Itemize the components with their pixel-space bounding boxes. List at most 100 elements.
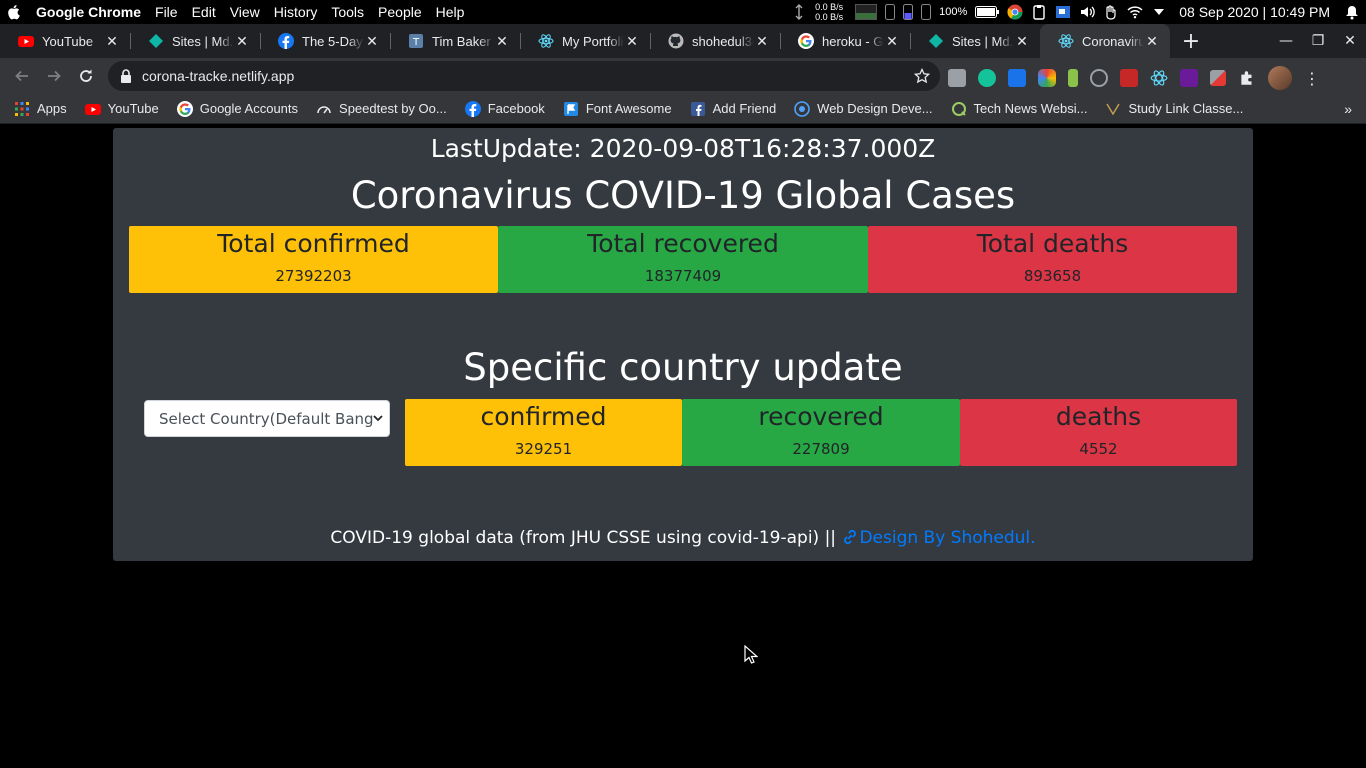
volume-icon[interactable] bbox=[1079, 4, 1095, 20]
global-deaths-box: Total deaths 893658 bbox=[868, 226, 1237, 293]
close-tab-icon[interactable]: ✕ bbox=[1014, 33, 1030, 49]
extension-1-icon[interactable] bbox=[948, 69, 966, 87]
forward-button[interactable] bbox=[38, 60, 70, 92]
close-tab-icon[interactable]: ✕ bbox=[104, 33, 120, 49]
page-title: Coronavirus COVID-19 Global Cases bbox=[350, 174, 1016, 217]
bookmark-facebook[interactable]: Facebook bbox=[464, 100, 545, 117]
tab-5-day[interactable]: The 5-Day I ✕ bbox=[260, 24, 390, 58]
notification-bell-icon[interactable] bbox=[1344, 4, 1360, 20]
country-confirmed-value: 329251 bbox=[514, 440, 573, 458]
flag-status-icon[interactable] bbox=[1055, 4, 1071, 20]
close-tab-icon[interactable]: ✕ bbox=[884, 33, 900, 49]
bookmark-tech-news[interactable]: Tech News Websi... bbox=[951, 101, 1087, 117]
back-button[interactable] bbox=[6, 60, 38, 92]
tab-sites-1[interactable]: Sites | Md. ✕ bbox=[130, 24, 260, 58]
close-window-icon[interactable]: ✕ bbox=[1334, 24, 1366, 58]
bookmark-web-design[interactable]: Web Design Deve... bbox=[794, 100, 933, 117]
bookmark-label: Web Design Deve... bbox=[817, 101, 933, 116]
cpu-graph-icon[interactable] bbox=[855, 4, 878, 20]
tab-my-portfolio[interactable]: My Portfoli ✕ bbox=[520, 24, 650, 58]
address-bar[interactable]: corona-tracke.netlify.app bbox=[108, 61, 940, 91]
global-deaths-value: 893658 bbox=[1023, 267, 1082, 285]
tab-sites-2[interactable]: Sites | Md. ✕ bbox=[910, 24, 1040, 58]
grammarly-icon[interactable] bbox=[978, 69, 996, 87]
tab-title: shohedul3( bbox=[692, 33, 754, 49]
country-deaths-value: 4552 bbox=[1079, 440, 1118, 458]
designer-link-text[interactable]: Design By Shohedul. bbox=[859, 528, 1035, 548]
tab-coronavirus-active[interactable]: Coronavirus ✕ bbox=[1040, 24, 1170, 58]
bookmark-font-awesome[interactable]: Font Awesome bbox=[563, 101, 672, 117]
menu-file[interactable]: File bbox=[155, 4, 178, 20]
system-clock[interactable]: 08 Sep 2020 | 10:49 PM bbox=[1179, 4, 1330, 20]
chrome-menu-icon[interactable]: ⋮ bbox=[1304, 69, 1320, 88]
bookmark-speedtest[interactable]: Speedtest by Oo... bbox=[316, 101, 447, 117]
window-controls: — ❐ ✕ bbox=[1270, 24, 1366, 58]
menu-history[interactable]: History bbox=[274, 4, 318, 20]
speedtest-icon bbox=[317, 105, 331, 113]
restore-window-icon[interactable]: ❐ bbox=[1302, 24, 1334, 58]
extension-3-icon[interactable] bbox=[1008, 69, 1026, 87]
close-tab-icon[interactable]: ✕ bbox=[624, 33, 640, 49]
bookmark-star-icon[interactable] bbox=[914, 68, 930, 84]
global-deaths-label: Total deaths bbox=[976, 229, 1129, 258]
reload-button[interactable] bbox=[70, 60, 102, 92]
more-bookmarks-chevron-icon[interactable]: » bbox=[1344, 101, 1352, 117]
disk-gauge-icon bbox=[903, 4, 914, 20]
menu-help[interactable]: Help bbox=[436, 4, 465, 20]
touch-gesture-icon[interactable] bbox=[1103, 4, 1119, 20]
close-tab-icon[interactable]: ✕ bbox=[234, 33, 250, 49]
chrome-icon[interactable] bbox=[1007, 4, 1023, 20]
global-recovered-value: 18377409 bbox=[644, 267, 722, 285]
dropdown-triangle-icon[interactable] bbox=[1151, 4, 1167, 20]
close-tab-icon[interactable]: ✕ bbox=[754, 33, 770, 49]
extension-7-icon[interactable] bbox=[1120, 69, 1138, 87]
covid-tracker-card: LastUpdate: 2020-09-08T16:28:37.000Z Cor… bbox=[113, 128, 1253, 561]
designer-link[interactable]: Design By Shohedul. bbox=[841, 528, 1036, 548]
react-icon bbox=[1058, 34, 1074, 48]
font-awesome-icon bbox=[563, 101, 578, 116]
profile-avatar[interactable] bbox=[1268, 66, 1292, 90]
bookmark-label: Speedtest by Oo... bbox=[339, 101, 447, 116]
color-picker-icon[interactable] bbox=[1210, 70, 1226, 86]
wifi-icon[interactable] bbox=[1127, 4, 1143, 20]
global-stats-row: Total confirmed 27392203 Total recovered… bbox=[129, 226, 1237, 293]
tab-github[interactable]: shohedul3( ✕ bbox=[650, 24, 780, 58]
country-recovered-value: 227809 bbox=[792, 440, 850, 458]
apple-icon[interactable] bbox=[6, 4, 20, 20]
bookmark-youtube[interactable]: YouTube bbox=[84, 101, 159, 117]
bookmark-study-link[interactable]: Study Link Classe... bbox=[1105, 101, 1243, 117]
menu-people[interactable]: People bbox=[378, 4, 422, 20]
menu-view[interactable]: View bbox=[230, 4, 260, 20]
bookmark-google-accounts[interactable]: Google Accounts bbox=[176, 100, 298, 117]
extension-9-icon[interactable] bbox=[1180, 69, 1198, 87]
tab-heroku-google[interactable]: heroku - Go ✕ bbox=[780, 24, 910, 58]
minimize-window-icon[interactable]: — bbox=[1270, 24, 1302, 58]
google-icon bbox=[798, 33, 814, 49]
tab-youtube[interactable]: YouTube ✕ bbox=[0, 24, 130, 58]
menu-edit[interactable]: Edit bbox=[192, 4, 216, 20]
menu-tools[interactable]: Tools bbox=[331, 4, 364, 20]
net-down-speed: 0.0 B/s bbox=[815, 12, 844, 22]
extensions-puzzle-icon[interactable] bbox=[1238, 69, 1256, 87]
country-select[interactable]: Select Country(Default Bang bbox=[144, 400, 390, 437]
extension-5-icon[interactable] bbox=[1068, 69, 1078, 87]
close-tab-icon[interactable]: ✕ bbox=[1144, 33, 1160, 49]
new-tab-button[interactable]: + bbox=[1174, 24, 1208, 58]
react-devtools-icon[interactable] bbox=[1150, 69, 1168, 87]
close-tab-icon[interactable]: ✕ bbox=[364, 33, 380, 49]
bookmark-apps[interactable]: Apps bbox=[14, 101, 67, 117]
active-app-name[interactable]: Google Chrome bbox=[36, 4, 141, 20]
url-text[interactable]: corona-tracke.netlify.app bbox=[142, 68, 294, 84]
extension-4-icon[interactable] bbox=[1038, 69, 1056, 87]
tech-news-icon bbox=[951, 101, 966, 116]
tab-title: Sites | Md. bbox=[172, 33, 234, 49]
extension-6-icon[interactable] bbox=[1090, 69, 1108, 87]
lock-icon[interactable] bbox=[120, 69, 132, 83]
close-tab-icon[interactable]: ✕ bbox=[494, 33, 510, 49]
clipboard-icon[interactable] bbox=[1031, 4, 1047, 20]
status-area: 0.0 B/s 0.0 B/s 100% 08 Sep 2020 | 10:49… bbox=[791, 0, 1366, 24]
tab-tim-baker[interactable]: T Tim Baker I ✕ bbox=[390, 24, 520, 58]
country-deaths-label: deaths bbox=[1055, 402, 1142, 431]
bookmark-add-friend[interactable]: Add Friend bbox=[690, 101, 776, 117]
battery-icon[interactable] bbox=[975, 4, 1000, 20]
